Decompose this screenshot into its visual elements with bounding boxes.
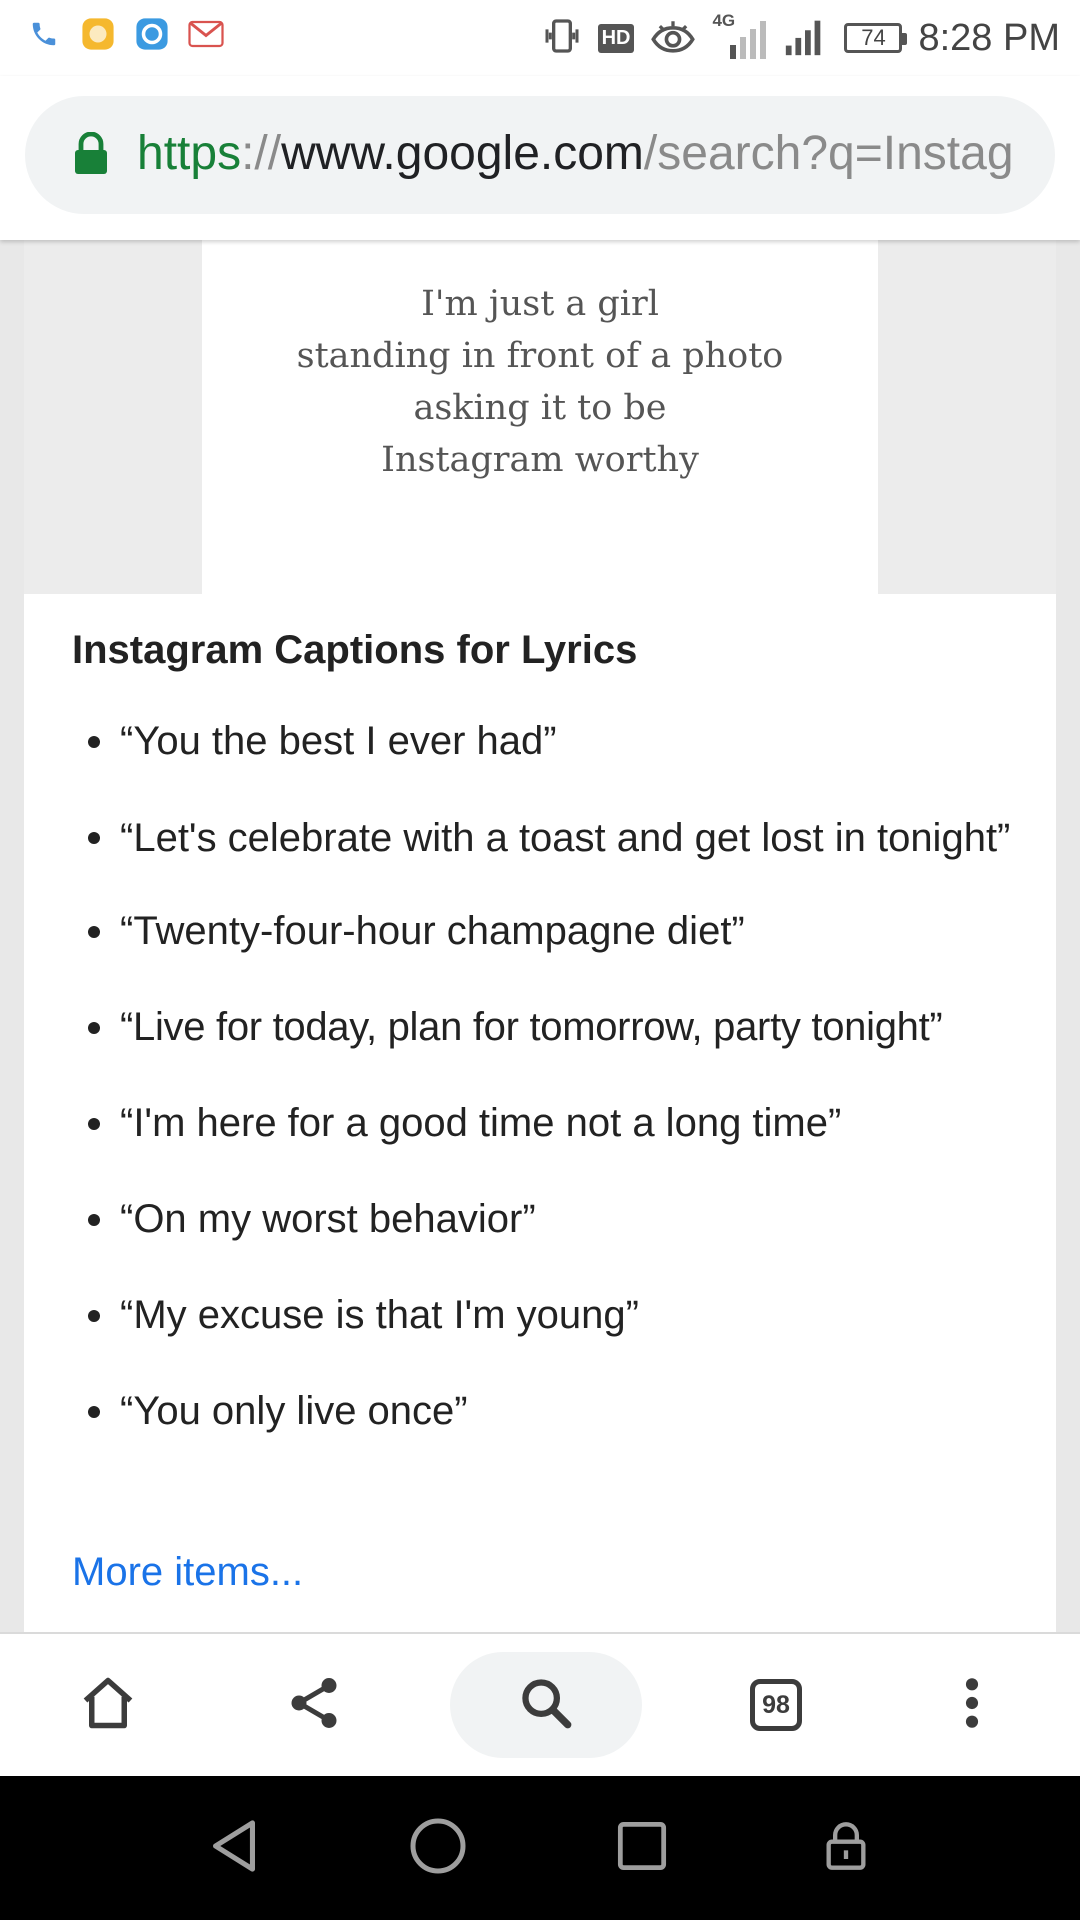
status-bar: HD 4G 74 8:28 PM <box>0 0 1080 76</box>
featured-snippet-card: I'm just a girl standing in front of a p… <box>24 240 1056 1632</box>
hand-app-icon <box>80 16 116 52</box>
url-path: /search?q=Instag <box>643 127 1014 180</box>
quote-line: Instagram worthy <box>381 440 699 480</box>
share-icon <box>284 1673 344 1738</box>
bottom-toolbar: 98 <box>0 1632 1080 1776</box>
url-text[interactable]: https://www.google.com/search?q=Instag <box>137 124 1047 184</box>
home-icon <box>78 1673 138 1738</box>
home-circle-icon <box>408 1816 468 1881</box>
gmail-icon <box>188 16 224 52</box>
back-icon <box>206 1816 262 1881</box>
more-items-link[interactable]: More items... <box>72 1550 303 1595</box>
battery-icon: 74 <box>844 23 908 53</box>
snippet-image-strip[interactable]: I'm just a girl standing in front of a p… <box>24 240 1056 594</box>
url-scheme: https <box>137 127 242 180</box>
list-item: “Let's celebrate with a toast and get lo… <box>72 816 1032 860</box>
vibrate-icon <box>542 16 582 61</box>
list-item: “I'm here for a good time not a long tim… <box>72 1102 1032 1144</box>
lock-icon[interactable] <box>73 131 109 176</box>
snippet-title: Instagram Captions for Lyrics <box>72 628 638 672</box>
eye-icon <box>650 16 696 61</box>
url-bar[interactable]: https://www.google.com/search?q=Instag <box>25 96 1055 214</box>
list-item: “On my worst behavior” <box>72 1198 1032 1240</box>
clock: 8:28 PM <box>918 16 1060 59</box>
notification-icons <box>26 16 224 52</box>
list-item: “You the best I ever had” <box>72 720 1032 762</box>
search-button[interactable] <box>450 1652 642 1758</box>
quote-line: asking it to be <box>413 388 667 428</box>
list-item: “You only live once” <box>72 1390 1032 1432</box>
list-item: “Twenty-four-hour champagne diet” <box>72 910 1032 952</box>
browser-toolbar: https://www.google.com/search?q=Instag <box>0 76 1080 240</box>
lock-icon <box>823 1820 869 1877</box>
recents-button[interactable] <box>582 1776 702 1920</box>
phone-icon <box>26 16 62 52</box>
menu-button[interactable] <box>912 1634 1032 1776</box>
system-icons: HD 4G 74 8:28 PM <box>542 10 1060 66</box>
url-host: www.google.com <box>281 127 644 180</box>
search-icon <box>517 1674 575 1737</box>
system-nav-bar <box>0 1776 1080 1920</box>
home-button[interactable] <box>48 1634 168 1776</box>
circle-app-icon <box>134 16 170 52</box>
snippet-image[interactable]: I'm just a girl standing in front of a p… <box>202 240 878 594</box>
back-button[interactable] <box>174 1776 294 1920</box>
tabs-icon: 98 <box>750 1679 802 1731</box>
home-nav-button[interactable] <box>378 1776 498 1920</box>
signal-4g-icon: 4G <box>712 11 767 63</box>
recents-icon <box>616 1820 668 1877</box>
tabs-button[interactable]: 98 <box>716 1634 836 1776</box>
page-content[interactable]: I'm just a girl standing in front of a p… <box>0 240 1080 1632</box>
caption-list: “You the best I ever had” “Let's celebra… <box>72 720 1032 1486</box>
screen-lock-button[interactable] <box>786 1776 906 1920</box>
list-item: “Live for today, plan for tomorrow, part… <box>72 1006 1032 1048</box>
hd-icon: HD <box>597 23 635 53</box>
list-item: “My excuse is that I'm young” <box>72 1294 1032 1336</box>
quote-line: I'm just a girl <box>421 284 659 324</box>
url-separator: :// <box>241 127 282 180</box>
more-vert-icon <box>960 1675 984 1736</box>
image-quote: I'm just a girl standing in front of a p… <box>202 278 878 486</box>
signal-icon <box>782 13 828 64</box>
quote-line: standing in front of a photo <box>296 336 784 376</box>
share-button[interactable] <box>254 1634 374 1776</box>
